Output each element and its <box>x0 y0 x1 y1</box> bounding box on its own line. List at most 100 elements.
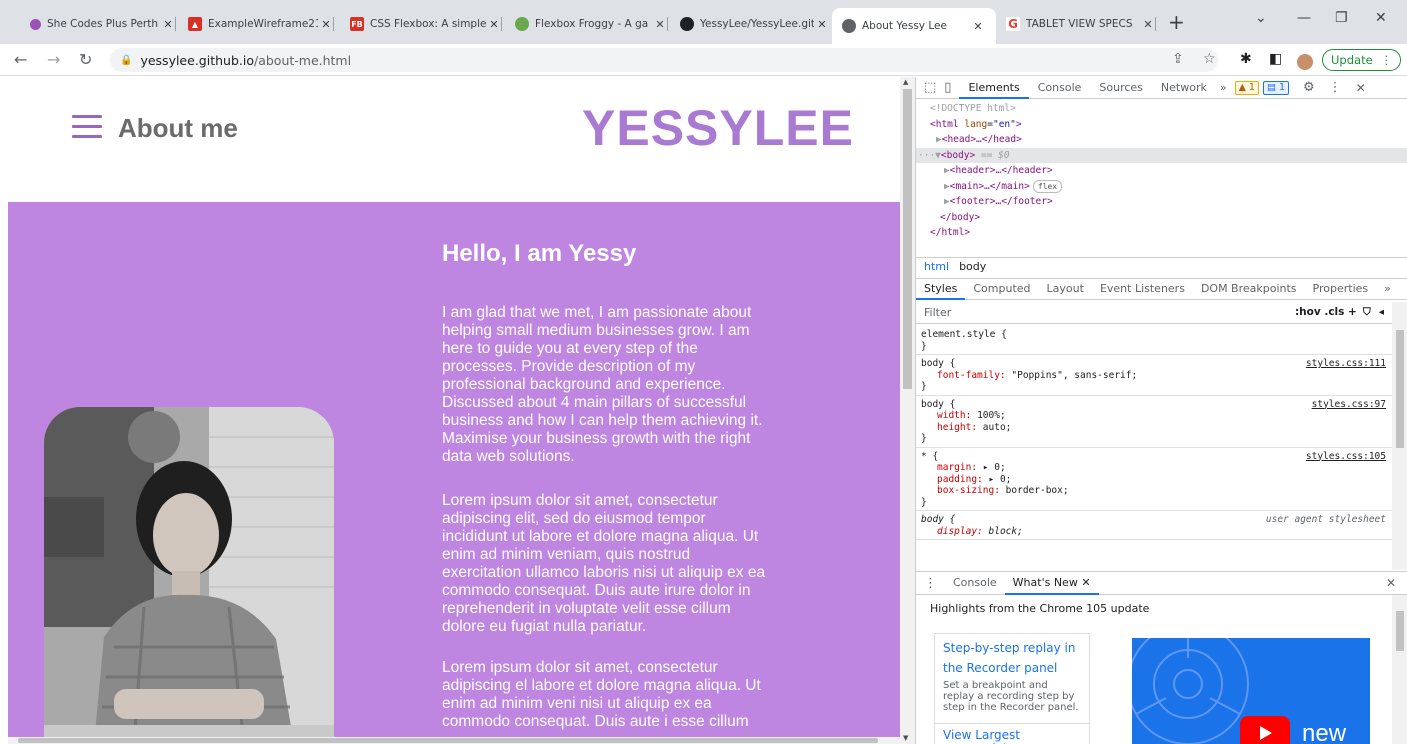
scrollbar-thumb[interactable] <box>903 89 912 389</box>
page-vertical-scrollbar[interactable]: ▲ ▼ <box>900 77 915 744</box>
paint-brush-icon[interactable]: ⛉ <box>1363 306 1371 318</box>
minimize-icon[interactable]: — <box>1297 10 1311 26</box>
drawer-scrollbar[interactable] <box>1392 595 1407 744</box>
youtube-play-icon[interactable] <box>1240 716 1290 744</box>
tab-css-flexbox[interactable]: FB CSS Flexbox: A simple ✕ <box>350 11 502 37</box>
lock-icon[interactable]: 🔒 <box>120 55 132 66</box>
styles-filter-input[interactable]: Filter :hov .cls + ⛉ ◂ <box>916 302 1392 324</box>
dom-html-close[interactable]: </html> <box>916 225 1407 241</box>
scroll-up-icon[interactable]: ▲ <box>903 78 908 86</box>
rule-prop[interactable]: box-sizing: border-box; <box>921 485 1386 497</box>
scrollbar-thumb[interactable] <box>1396 330 1404 448</box>
dom-html-open[interactable]: <html lang="en"> <box>916 117 1407 133</box>
share-icon[interactable]: ⇪ <box>1172 51 1184 67</box>
tab-network[interactable]: Network <box>1152 77 1216 99</box>
tab-she-codes[interactable]: She Codes Plus Perth ✕ <box>30 11 176 37</box>
hamburger-menu-icon[interactable] <box>72 115 102 139</box>
close-tab-icon[interactable]: ✕ <box>486 18 502 31</box>
warnings-count: 1 <box>1248 82 1255 93</box>
dom-footer[interactable]: ▶<footer>…</footer> <box>916 194 1407 210</box>
warnings-badge[interactable]: ▲ 1 <box>1234 80 1259 95</box>
rule-prop[interactable]: font-family: "Poppins", sans-serif; <box>921 370 1386 382</box>
page-horizontal-scrollbar[interactable] <box>8 737 900 744</box>
tab-event-listeners[interactable]: Event Listeners <box>1092 278 1193 300</box>
more-subtabs-icon[interactable]: » <box>1376 278 1399 300</box>
rule-prop[interactable]: margin: ▸ 0; <box>921 462 1386 474</box>
feature-card-lcp[interactable]: View Largest Contentful <box>934 723 1090 744</box>
dom-body-close[interactable]: </body> <box>916 210 1407 226</box>
card-title[interactable]: Step-by-step replay in the Recorder pane… <box>943 638 1081 678</box>
close-tab-icon[interactable]: ✕ <box>970 20 986 33</box>
rule-source-link[interactable]: styles.css:97 <box>1312 399 1386 411</box>
tab-elements[interactable]: Elements <box>959 77 1029 99</box>
inspect-element-icon[interactable]: ⬚ <box>916 80 940 95</box>
rule-source-link[interactable]: styles.css:105 <box>1306 451 1386 463</box>
close-tab-icon[interactable]: ✕ <box>652 18 668 31</box>
tab-sources[interactable]: Sources <box>1090 77 1152 99</box>
dom-body-selected[interactable]: ···▼<body> == $0 <box>916 147 1407 163</box>
breadcrumb-body[interactable]: body <box>959 260 986 273</box>
close-drawer-icon[interactable]: ✕ <box>1386 576 1396 590</box>
tab-example-wireframe[interactable]: ▲ ExampleWireframe21 ✕ <box>188 11 334 37</box>
tab-styles[interactable]: Styles <box>916 278 966 300</box>
close-tab-icon[interactable]: ✕ <box>318 18 334 31</box>
close-tab-icon[interactable]: ✕ <box>1140 18 1156 31</box>
restore-icon[interactable]: ❐ <box>1335 10 1348 26</box>
rule-prop[interactable]: width: 100%; <box>921 410 1386 422</box>
tab-dom-breakpoints[interactable]: DOM Breakpoints <box>1193 278 1305 300</box>
style-rule-user-agent[interactable]: body { user agent stylesheet display: bl… <box>916 511 1392 540</box>
tab-computed[interactable]: Computed <box>965 278 1038 300</box>
dom-main[interactable]: ▶<main>…</main> flex <box>916 179 1407 195</box>
messages-badge[interactable]: ▤ 1 <box>1262 80 1290 95</box>
drawer-menu-icon[interactable]: ⋮ <box>916 576 945 591</box>
address-bar[interactable]: 🔒 yessylee.github.io/about-me.html <box>110 48 1218 72</box>
drawer-tab-console[interactable]: Console <box>945 571 1005 595</box>
dom-doctype[interactable]: <!DOCTYPE html> <box>916 101 1407 117</box>
bookmark-star-icon[interactable]: ☆ <box>1203 51 1216 67</box>
tab-properties[interactable]: Properties <box>1305 278 1377 300</box>
scroll-down-icon[interactable]: ▼ <box>903 734 908 742</box>
rule-source-link[interactable]: styles.css:111 <box>1306 358 1386 370</box>
back-icon[interactable]: ← <box>14 50 27 69</box>
forward-icon[interactable]: → <box>47 50 60 69</box>
tab-tablet-view-specs[interactable]: G TABLET VIEW SPECS ✕ <box>1006 11 1156 37</box>
reload-icon[interactable]: ↻ <box>79 50 92 69</box>
rule-prop[interactable]: height: auto; <box>921 422 1386 434</box>
dom-header[interactable]: ▶<header>…</header> <box>916 163 1407 179</box>
close-tab-icon[interactable]: ✕ <box>1081 576 1090 589</box>
tab-console[interactable]: Console <box>1029 77 1091 99</box>
close-tab-icon[interactable]: ✕ <box>814 18 830 31</box>
tab-flexbox-froggy[interactable]: Flexbox Froggy - A ga ✕ <box>515 11 668 37</box>
new-tab-icon[interactable]: + <box>1168 11 1185 33</box>
more-tabs-icon[interactable]: » <box>1216 81 1231 94</box>
style-rule-body-font[interactable]: body { styles.css:111 font-family: "Popp… <box>916 355 1392 396</box>
extensions-icon[interactable]: ✱ <box>1240 51 1252 67</box>
tab-about-yessy-lee[interactable]: About Yessy Lee ✕ <box>832 8 996 44</box>
style-rule-element[interactable]: element.style { } <box>916 326 1392 355</box>
filter-tools[interactable]: :hov .cls + ⛉ ◂ <box>1295 306 1384 319</box>
whats-new-video-thumbnail[interactable]: new <box>1132 638 1370 744</box>
style-rule-universal[interactable]: * { styles.css:105 margin: ▸ 0; padding:… <box>916 448 1392 511</box>
toggle-sidebar-icon[interactable]: ◂ <box>1379 306 1384 318</box>
tab-layout[interactable]: Layout <box>1039 278 1092 300</box>
site-logo[interactable]: YESSYLEE <box>582 99 854 157</box>
breadcrumb-html[interactable]: html <box>924 260 949 273</box>
scrollbar-thumb[interactable] <box>1396 611 1404 651</box>
tab-search-icon[interactable]: ⌄ <box>1255 10 1267 26</box>
styles-scrollbar[interactable] <box>1392 302 1407 570</box>
tab-github[interactable]: YessyLee/YessyLee.git ✕ <box>680 11 830 37</box>
devtools-menu-icon[interactable]: ⋮ <box>1329 80 1342 95</box>
update-button[interactable]: Update ⋮ <box>1322 49 1402 71</box>
device-toolbar-icon[interactable]: ▯ <box>940 80 959 95</box>
rule-prop[interactable]: padding: ▸ 0; <box>921 474 1386 486</box>
side-panel-icon[interactable]: ◧ <box>1269 51 1282 67</box>
close-devtools-icon[interactable]: ✕ <box>1356 81 1366 95</box>
drawer-tab-whats-new[interactable]: What's New ✕ <box>1004 571 1099 595</box>
close-window-icon[interactable]: ✕ <box>1375 10 1387 26</box>
close-tab-icon[interactable]: ✕ <box>160 18 176 31</box>
settings-gear-icon[interactable]: ⚙ <box>1303 80 1315 95</box>
flex-badge[interactable]: flex <box>1032 179 1063 193</box>
profile-avatar[interactable] <box>1297 54 1313 70</box>
style-rule-body-size[interactable]: body { styles.css:97 width: 100%; height… <box>916 396 1392 448</box>
dom-head[interactable]: ▶<head>…</head> <box>916 132 1407 148</box>
